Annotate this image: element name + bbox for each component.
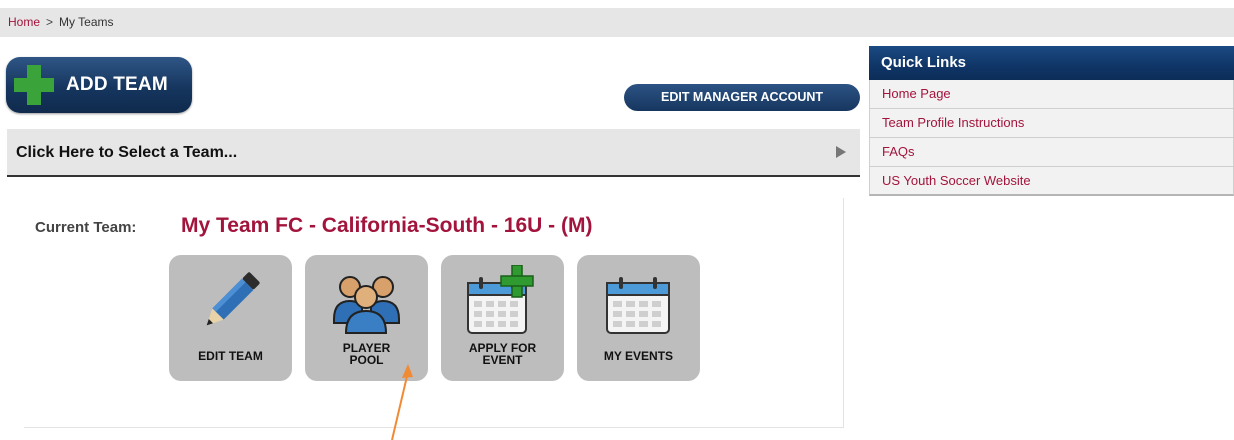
my-events-label: MY EVENTS bbox=[603, 349, 674, 363]
players-group-icon bbox=[333, 276, 400, 334]
breadcrumb-home-link[interactable]: Home bbox=[8, 15, 40, 29]
quick-link-team-profile-instructions[interactable]: Team Profile Instructions bbox=[869, 109, 1234, 138]
expand-arrow-icon bbox=[836, 146, 846, 158]
breadcrumb: Home > My Teams bbox=[0, 8, 1234, 37]
add-team-label: ADD TEAM bbox=[66, 74, 168, 95]
plus-icon bbox=[14, 65, 54, 105]
current-team-name: My Team FC - California-South - 16U - (M… bbox=[181, 214, 593, 237]
quick-links-title: Quick Links bbox=[869, 46, 1234, 80]
current-team-label: Current Team: bbox=[35, 219, 137, 236]
quick-link-us-youth-soccer-website[interactable]: US Youth Soccer Website bbox=[869, 167, 1234, 196]
quick-links-panel: Quick Links Home Page Team Profile Instr… bbox=[869, 46, 1234, 202]
pencil-icon bbox=[206, 272, 260, 326]
player-pool-label-line2: POOL bbox=[349, 353, 384, 367]
edit-team-label: EDIT TEAM bbox=[198, 349, 263, 363]
apply-for-event-tile[interactable]: APPLY FOR EVENT bbox=[441, 255, 564, 381]
quick-link-faqs[interactable]: FAQs bbox=[869, 138, 1234, 167]
calendar-add-icon bbox=[467, 265, 534, 334]
team-selector[interactable]: Click Here to Select a Team... bbox=[7, 129, 860, 177]
breadcrumb-separator: > bbox=[46, 15, 54, 29]
team-selector-label: Click Here to Select a Team... bbox=[16, 144, 238, 161]
player-pool-tile[interactable]: PLAYER POOL bbox=[305, 255, 428, 381]
add-team-button[interactable]: ADD TEAM bbox=[6, 57, 192, 113]
edit-manager-account-button[interactable]: EDIT MANAGER ACCOUNT bbox=[624, 84, 860, 111]
breadcrumb-current: My Teams bbox=[59, 15, 114, 29]
edit-team-tile[interactable]: EDIT TEAM bbox=[169, 255, 292, 381]
my-events-tile[interactable]: MY EVENTS bbox=[577, 255, 700, 381]
apply-for-event-label-line2: EVENT bbox=[482, 353, 523, 367]
quick-link-home-page[interactable]: Home Page bbox=[869, 80, 1234, 109]
calendar-icon bbox=[606, 277, 670, 334]
